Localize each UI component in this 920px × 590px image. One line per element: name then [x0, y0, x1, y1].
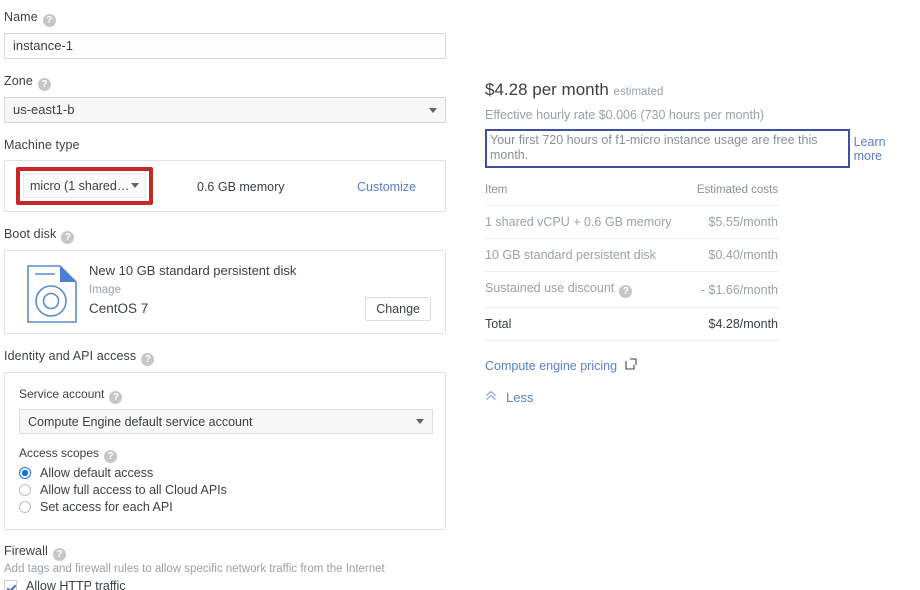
zone-label: Zone [4, 74, 33, 88]
total-value: $4.28/month [689, 307, 778, 341]
free-tier-note: Your first 720 hours of f1-micro instanc… [485, 129, 850, 168]
radio-icon [19, 467, 31, 479]
zone-select-value: us-east1-b [13, 102, 75, 117]
machine-type-select[interactable]: micro (1 shared… [23, 173, 146, 198]
free-tier-row: Your first 720 hours of f1-micro instanc… [485, 129, 915, 168]
zone-select[interactable]: us-east1-b [4, 97, 446, 123]
cost-item-label: 1 shared vCPU + 0.6 GB memory [485, 205, 690, 239]
radio-label: Set access for each API [40, 500, 173, 514]
checkbox-allow-http[interactable]: Allow HTTP traffic [4, 579, 446, 590]
machine-type-label: Machine type [4, 138, 80, 152]
cost-item-value: $5.55/month [689, 205, 778, 239]
price-amount: $4.28 per month [485, 80, 609, 99]
cost-item-label: Sustained use discount [485, 281, 615, 295]
machine-type-memory: 0.6 GB memory [197, 180, 285, 194]
help-circle-icon[interactable]: ? [619, 285, 633, 298]
name-field-group: Name? instance-1 [4, 8, 446, 59]
name-label: Name [4, 10, 38, 24]
help-circle-icon[interactable]: ? [104, 450, 118, 463]
table-row-total: Total $4.28/month [485, 307, 778, 341]
radio-allow-full-access[interactable]: Allow full access to all Cloud APIs [19, 483, 431, 497]
external-link-icon [625, 358, 637, 373]
boot-disk-subtitle: Image [89, 284, 121, 296]
firewall-description: Add tags and firewall rules to allow spe… [4, 563, 385, 575]
pricing-panel: $4.28 per month estimated Effective hour… [485, 80, 915, 405]
radio-icon [19, 484, 31, 496]
chevron-down-icon [131, 183, 139, 188]
create-instance-form: Name? instance-1 Zone? us-east1-b Machin… [0, 0, 920, 590]
help-circle-icon[interactable]: ? [37, 78, 51, 91]
price-estimated-suffix: estimated [613, 86, 664, 98]
machine-type-select-value: micro (1 shared… [30, 178, 130, 193]
compute-engine-pricing-link[interactable]: Compute engine pricing [485, 358, 915, 373]
less-label: Less [506, 390, 534, 405]
boot-disk-label: Boot disk [4, 227, 57, 241]
cost-item-label: 10 GB standard persistent disk [485, 238, 690, 272]
access-scopes-label: Access scopes [19, 446, 100, 460]
help-circle-icon[interactable]: ? [109, 391, 123, 404]
double-chevron-up-icon [485, 390, 497, 405]
learn-more-link[interactable]: Learn more [854, 135, 915, 163]
cost-item-label-with-help: Sustained use discount? [485, 271, 690, 308]
help-circle-icon[interactable]: ? [61, 231, 75, 244]
machine-type-panel: micro (1 shared… 0.6 GB memory Customize [4, 160, 446, 212]
chevron-down-icon [429, 107, 437, 113]
name-input[interactable]: instance-1 [4, 33, 446, 59]
header-item: Item [485, 184, 690, 206]
cost-item-value: $0.40/month [689, 238, 778, 272]
table-header-row: Item Estimated costs [485, 184, 778, 206]
header-estimated-costs: Estimated costs [689, 184, 778, 206]
radio-label: Allow full access to all Cloud APIs [40, 483, 227, 497]
pricing-link-label: Compute engine pricing [485, 358, 618, 373]
help-circle-icon[interactable]: ? [52, 548, 66, 561]
table-row: Sustained use discount? - $1.66/month [485, 271, 778, 308]
table-row: 10 GB standard persistent disk $0.40/mon… [485, 238, 778, 272]
hourly-rate-text: Effective hourly rate $0.006 (730 hours … [485, 108, 765, 122]
cost-item-value: - $1.66/month [689, 271, 778, 308]
radio-allow-default-access[interactable]: Allow default access [19, 466, 431, 480]
machine-type-group: Machine type micro (1 shared… 0.6 GB mem… [4, 136, 446, 212]
service-account-label: Service account [19, 387, 105, 401]
total-label: Total [485, 307, 690, 341]
help-circle-icon[interactable]: ? [42, 14, 56, 27]
identity-group: Identity and API access? Service account… [4, 347, 446, 530]
access-scopes-group: Access scopes? [19, 446, 431, 463]
radio-icon [19, 501, 31, 513]
boot-disk-panel: New 10 GB standard persistent disk Image… [4, 250, 446, 334]
firewall-label: Firewall [4, 544, 48, 558]
estimated-costs-table: Item Estimated costs 1 shared vCPU + 0.6… [485, 184, 778, 341]
form-left-column: Name? instance-1 Zone? us-east1-b Machin… [4, 8, 446, 590]
disk-image-icon [27, 265, 77, 328]
checkbox-label: Allow HTTP traffic [26, 579, 126, 590]
help-circle-icon[interactable]: ? [141, 353, 155, 366]
checkbox-icon [4, 579, 17, 590]
service-account-value: Compute Engine default service account [28, 414, 253, 429]
zone-field-group: Zone? us-east1-b [4, 72, 446, 123]
customize-link[interactable]: Customize [357, 180, 416, 194]
radio-set-access-each-api[interactable]: Set access for each API [19, 500, 431, 514]
price-headline: $4.28 per month estimated [485, 80, 915, 100]
identity-panel: Service account? Compute Engine default … [4, 372, 446, 530]
service-account-select[interactable]: Compute Engine default service account [19, 409, 433, 434]
table-row: 1 shared vCPU + 0.6 GB memory $5.55/mont… [485, 205, 778, 239]
boot-disk-image-value: CentOS 7 [89, 301, 149, 316]
chevron-down-icon [416, 419, 424, 424]
boot-disk-title: New 10 GB standard persistent disk [89, 263, 297, 278]
radio-label: Allow default access [40, 466, 154, 480]
change-boot-disk-button[interactable]: Change [365, 297, 431, 321]
less-toggle[interactable]: Less [485, 390, 915, 405]
boot-disk-group: Boot disk? New 10 GB standard persistent… [4, 225, 446, 334]
identity-label: Identity and API access [4, 349, 137, 363]
firewall-group: Firewall? Add tags and firewall rules to… [4, 542, 446, 590]
